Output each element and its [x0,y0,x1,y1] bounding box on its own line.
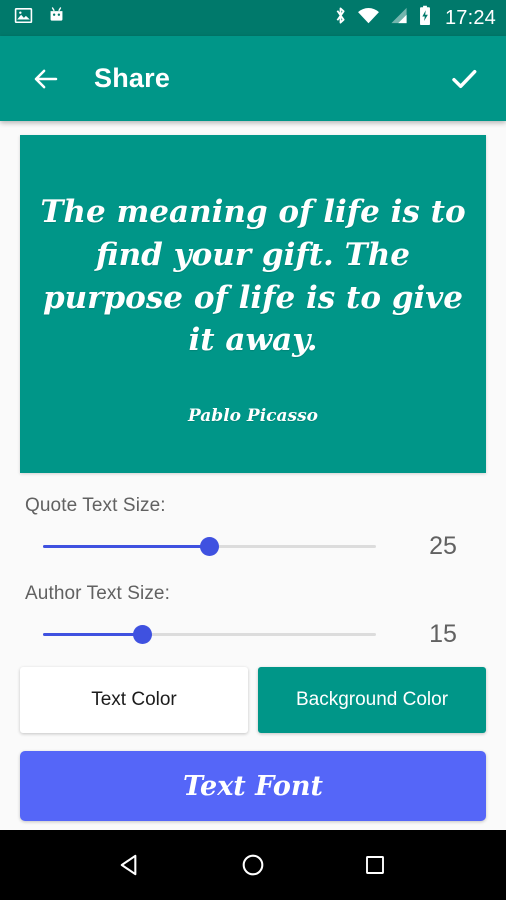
nav-home-icon[interactable] [230,842,276,888]
slider-track-fill [43,544,210,548]
slider-thumb[interactable] [133,624,153,644]
bluetooth-icon [333,5,348,31]
cell-signal-icon [389,6,409,30]
nav-back-icon[interactable] [108,842,154,888]
nav-recents-icon[interactable] [352,842,398,888]
text-color-button[interactable]: Text Color [20,667,248,733]
background-color-button[interactable]: Background Color [258,667,486,733]
page-title: Share [94,63,171,93]
author-text-size-control: Author Text Size: 15 [20,583,486,649]
slider-thumb[interactable] [200,536,219,556]
android-nav-bar [0,830,506,900]
status-bar-clock: 17:24 [444,6,496,29]
quote-text-size-label: Quote Text Size: [25,495,166,516]
author-text-size-row: 15 [20,619,486,649]
status-bar-notifications [14,6,66,30]
main-content: The meaning of life is to find your gift… [0,135,506,821]
quote-text-size-control: Quote Text Size: 25 [20,495,486,561]
author-text-size-slider[interactable] [43,619,398,649]
battery-charging-icon [418,5,432,31]
android-head-icon [47,6,66,30]
back-arrow-icon[interactable] [26,59,66,99]
quote-text-size-slider[interactable] [43,531,398,561]
author-text-size-value: 15 [429,619,457,648]
app-bar: Share [0,36,506,121]
slider-track-fill [43,632,143,636]
quote-author: Pablo Picasso [187,406,319,426]
check-icon[interactable] [444,59,484,99]
color-button-row: Text Color Background Color [20,667,486,733]
app-root: 17:24 Share The meaning of life is to fi… [0,0,506,900]
status-bar: 17:24 [0,0,506,36]
quote-preview-card[interactable]: The meaning of life is to find your gift… [20,135,486,473]
status-bar-system-icons: 17:24 [333,5,496,31]
image-icon [14,6,33,30]
wifi-icon [357,6,380,30]
quote-text-size-row: 25 [20,531,486,561]
author-text-size-label: Author Text Size: [25,583,170,604]
quote-text: The meaning of life is to find your gift… [40,194,466,359]
quote-text-size-value: 25 [429,531,457,560]
text-font-button[interactable]: Text Font [20,751,486,821]
